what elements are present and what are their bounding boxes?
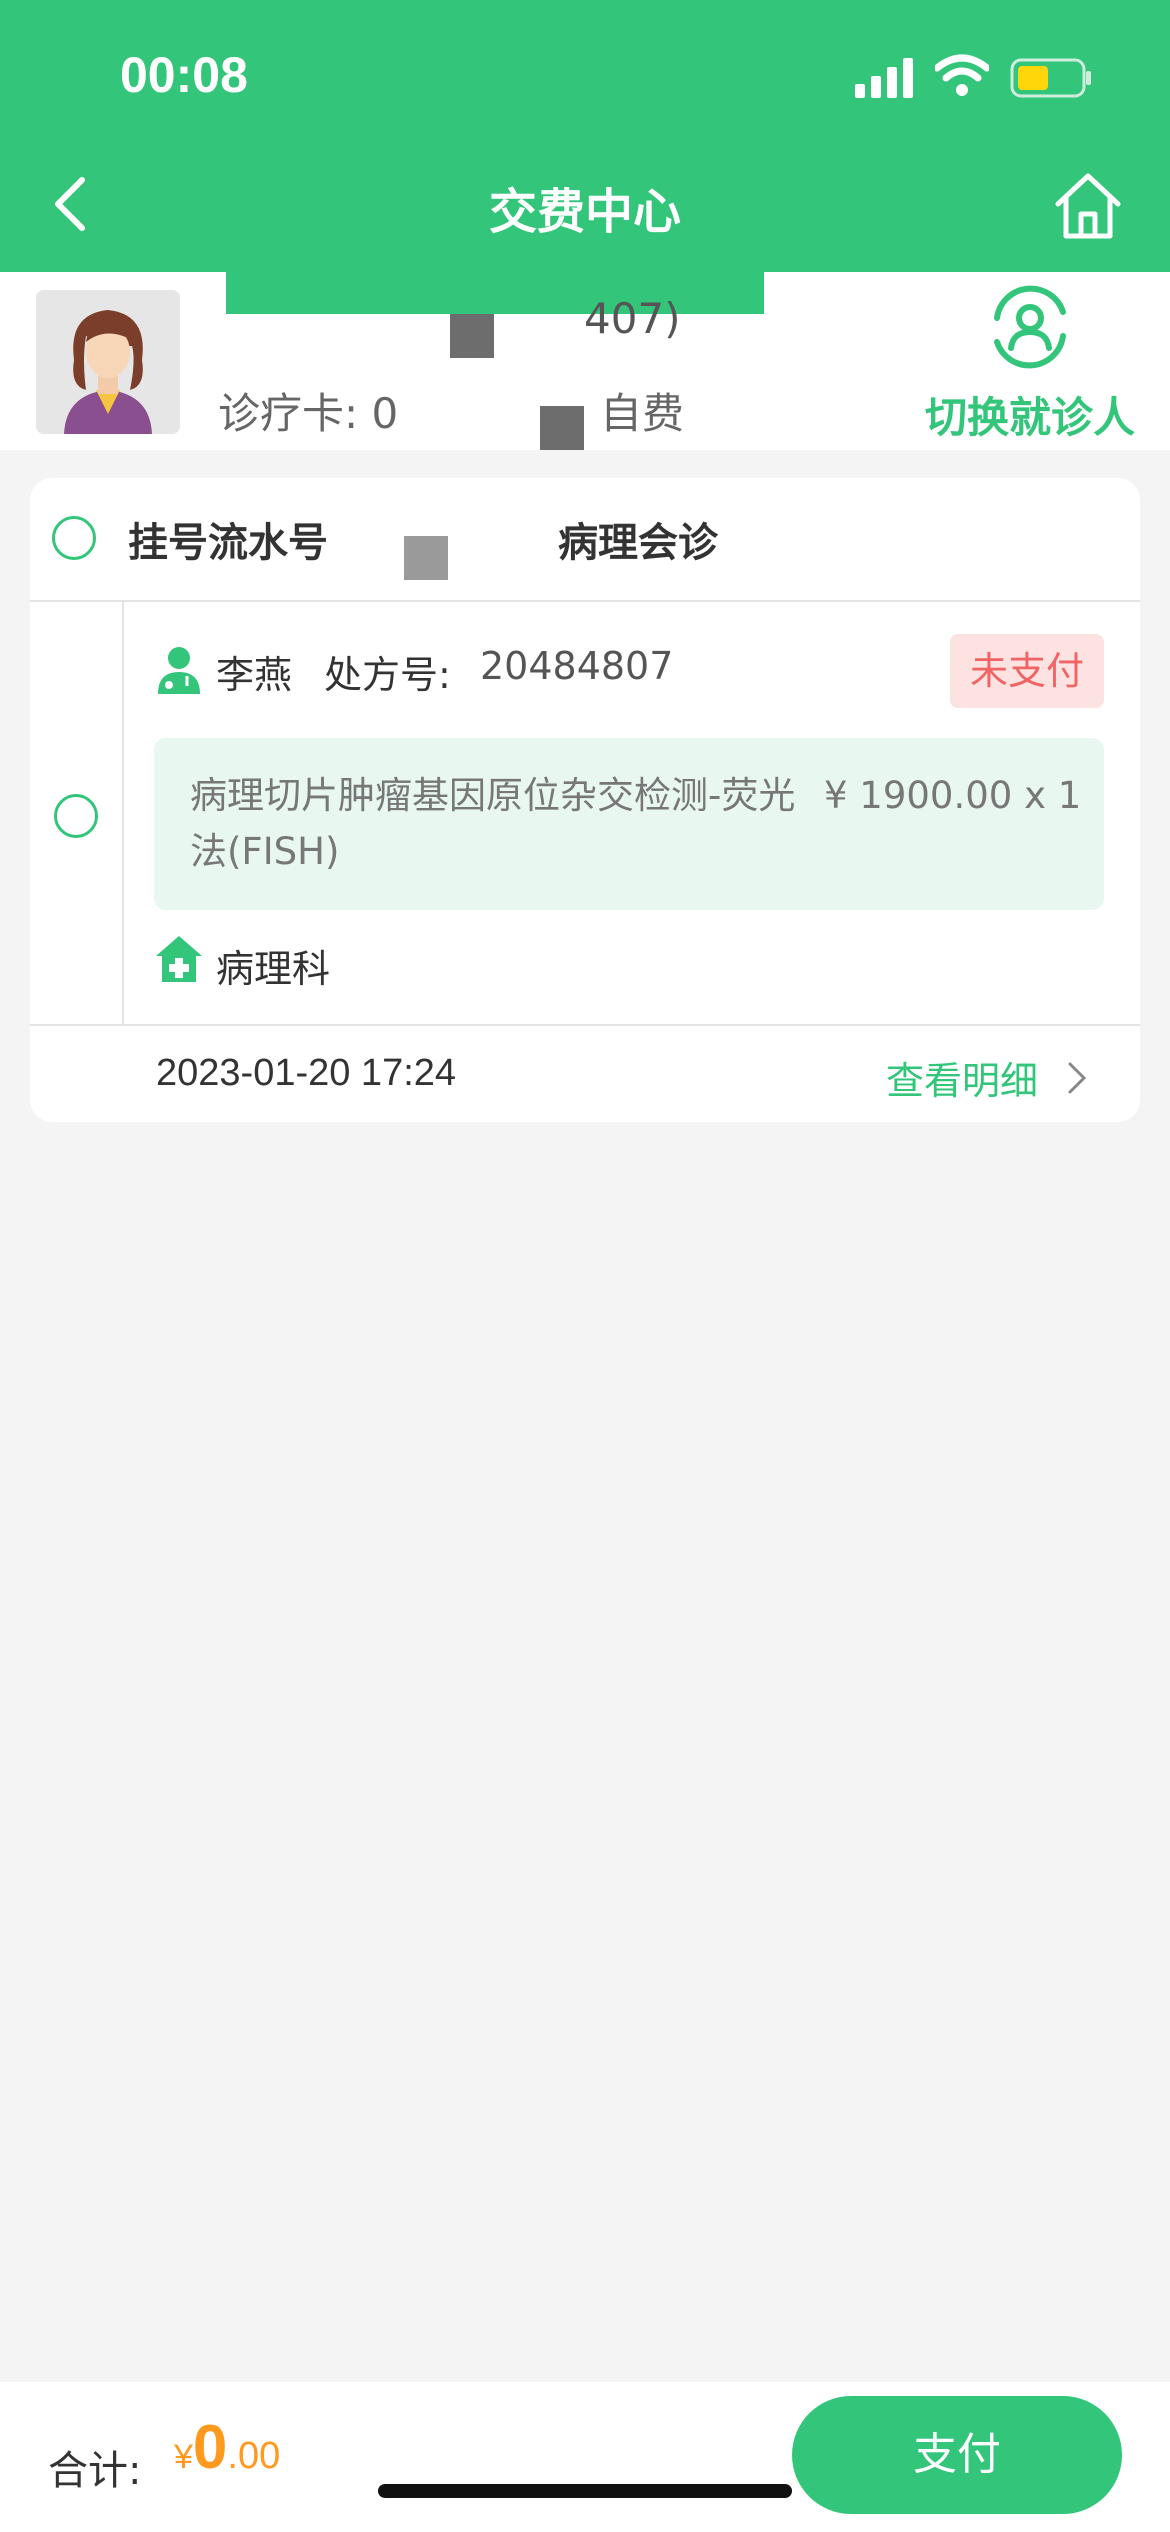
patient-id: 407) [584, 294, 681, 343]
switch-patient-label: 切换就诊人 [924, 393, 1135, 442]
bottom-bar: 合计: ¥0.00 支付 [0, 2382, 1170, 2532]
fee-item: 病理切片肿瘤基因原位杂交检测-荧光法(FISH) ¥ 1900.00 x 1 [154, 738, 1104, 910]
consult-dept-title: 病理会诊 [558, 520, 718, 566]
status-badge: 未支付 [950, 634, 1104, 708]
privacy-mask [540, 406, 584, 450]
battery-icon [1010, 58, 1091, 98]
patient-card-number: 诊疗卡: 0 [218, 389, 399, 438]
wifi-icon [935, 54, 989, 96]
home-icon[interactable] [1052, 170, 1124, 242]
divider [30, 1024, 1140, 1026]
fee-item-name: 病理切片肿瘤基因原位杂交检测-荧光法(FISH) [190, 774, 796, 873]
total-amount: ¥0.00 [174, 2412, 280, 2483]
currency-symbol: ¥ [174, 2438, 193, 2476]
order-card: 挂号流水号 病理会诊 李燕 处方号: 20484807 未支付 病理切片肿瘤基因… [30, 478, 1140, 1122]
divider [30, 600, 1140, 602]
divider [122, 602, 124, 1024]
pay-type: 自费 [600, 389, 685, 438]
select-all-radio[interactable] [52, 516, 96, 560]
avatar [36, 290, 180, 434]
switch-user-icon [994, 285, 1066, 369]
doctor-icon [158, 647, 200, 694]
privacy-mask [404, 536, 448, 580]
status-time: 00:08 [120, 47, 248, 103]
total-label: 合计: [48, 2448, 142, 2494]
fee-item-price: ¥ 1900.00 x 1 [824, 774, 1082, 817]
total-decimal: .00 [227, 2435, 281, 2477]
department-name: 病理科 [216, 947, 331, 991]
top-bar: 00:08 交费中心 [0, 0, 1170, 272]
item-select-radio[interactable] [54, 794, 98, 838]
hospital-icon [156, 936, 202, 982]
signal-icon [855, 58, 913, 98]
doctor-name: 李燕 [216, 653, 293, 697]
total-integer: 0 [192, 2413, 228, 2482]
privacy-mask [450, 314, 494, 358]
pay-button[interactable]: 支付 [792, 2396, 1122, 2514]
view-detail-link[interactable]: 查看明细 [886, 1050, 1038, 1105]
home-indicator [378, 2484, 792, 2498]
order-datetime: 2023-01-20 17:24 [156, 1052, 457, 1094]
privacy-mask [226, 272, 764, 314]
page-title: 交费中心 [488, 184, 681, 240]
patient-avatar-icon [36, 290, 180, 434]
prescription-number: 20484807 [480, 644, 674, 688]
patient-info: 407) 诊疗卡: 0 自费 切换就诊人 [0, 272, 1170, 450]
switch-patient-button[interactable]: 切换就诊人 [920, 282, 1140, 445]
chevron-right-icon[interactable] [1066, 1060, 1088, 1096]
registration-label: 挂号流水号 [128, 520, 328, 566]
prescription-label: 处方号: [324, 653, 451, 697]
